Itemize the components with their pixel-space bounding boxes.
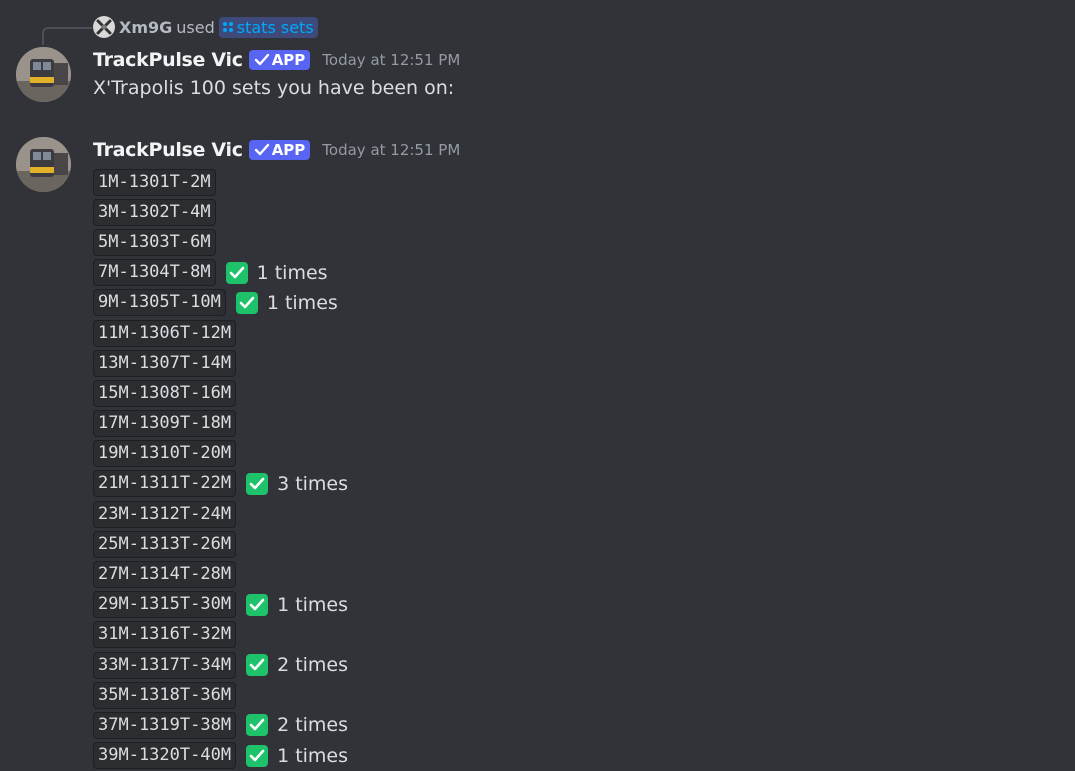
white-check-mark-icon bbox=[246, 654, 269, 677]
set-code: 21M-1311T-22M bbox=[93, 470, 237, 498]
set-row: 15M-1308T-16M bbox=[93, 378, 348, 408]
white-check-mark-icon bbox=[246, 744, 269, 767]
white-check-mark-icon bbox=[246, 593, 269, 616]
set-code: 39M-1320T-40M bbox=[93, 742, 237, 770]
set-row: 19M-1310T-20M bbox=[93, 439, 348, 469]
message-timestamp[interactable]: Today at 12:51 PM bbox=[322, 51, 460, 69]
set-code: 27M-1314T-28M bbox=[93, 561, 237, 589]
app-badge: APP bbox=[248, 140, 311, 160]
set-code: 7M-1304T-8M bbox=[93, 259, 216, 287]
set-row: 37M-1319T-38M 2 times bbox=[93, 710, 348, 740]
set-code: 37M-1319T-38M bbox=[93, 711, 237, 739]
white-check-mark-icon bbox=[235, 291, 258, 314]
set-code: 25M-1313T-26M bbox=[93, 530, 237, 558]
message-text: X'Trapolis 100 sets you have been on: bbox=[93, 77, 455, 99]
reply-connector-line bbox=[42, 27, 92, 45]
set-code: 17M-1309T-18M bbox=[93, 410, 237, 438]
set-row: 33M-1317T-34M 2 times bbox=[93, 650, 348, 680]
set-row: 3M-1302T-4M bbox=[93, 197, 348, 227]
bot-avatar[interactable] bbox=[16, 47, 71, 102]
set-row: 17M-1309T-18M bbox=[93, 409, 348, 439]
sets-list: 1M-1301T-2M 3M-1302T-4M 5M-1303T-6M 7M-1304… bbox=[93, 167, 348, 771]
set-code: 3M-1302T-4M bbox=[93, 198, 216, 226]
set-row: 27M-1314T-28M bbox=[93, 559, 348, 589]
set-code: 35M-1318T-36M bbox=[93, 681, 237, 709]
bot-avatar[interactable] bbox=[16, 137, 71, 192]
set-code: 29M-1315T-30M bbox=[93, 591, 237, 619]
set-row: 11M-1306T-12M bbox=[93, 318, 348, 348]
times-count: 1 times bbox=[266, 291, 338, 314]
set-code: 31M-1316T-32M bbox=[93, 621, 237, 649]
times-count: 1 times bbox=[256, 261, 328, 284]
bot-username[interactable]: TrackPulse Vic bbox=[93, 49, 243, 71]
set-code: 13M-1307T-14M bbox=[93, 349, 237, 377]
bot-username[interactable]: TrackPulse Vic bbox=[93, 139, 243, 161]
set-row: 1M-1301T-2M bbox=[93, 167, 348, 197]
set-row: 39M-1320T-40M 1 times bbox=[93, 741, 348, 771]
set-row: 7M-1304T-8M 1 times bbox=[93, 258, 348, 288]
command-reply-header: Xm9G used stats sets bbox=[93, 14, 318, 40]
message-header: TrackPulse Vic APP Today at 12:51 PM bbox=[93, 47, 460, 73]
slash-command-icon bbox=[222, 22, 233, 32]
times-count: 3 times bbox=[277, 472, 349, 495]
white-check-mark-icon bbox=[246, 472, 269, 495]
times-count: 2 times bbox=[277, 654, 349, 677]
command-name: stats sets bbox=[236, 17, 314, 37]
set-row: 9M-1305T-10M 1 times bbox=[93, 288, 348, 318]
set-row: 13M-1307T-14M bbox=[93, 348, 348, 378]
app-badge-label: APP bbox=[271, 51, 306, 69]
set-row: 31M-1316T-32M bbox=[93, 620, 348, 650]
message-header: TrackPulse Vic APP Today at 12:51 PM bbox=[93, 137, 460, 163]
set-code: 19M-1310T-20M bbox=[93, 440, 237, 468]
set-row: 5M-1303T-6M bbox=[93, 227, 348, 257]
set-code: 33M-1317T-34M bbox=[93, 651, 237, 679]
replied-username[interactable]: Xm9G bbox=[119, 18, 172, 37]
set-row: 35M-1318T-36M bbox=[93, 680, 348, 710]
times-count: 1 times bbox=[277, 744, 349, 767]
set-code: 15M-1308T-16M bbox=[93, 379, 237, 407]
slash-command-pill[interactable]: stats sets bbox=[218, 16, 318, 38]
set-row: 21M-1311T-22M 3 times bbox=[93, 469, 348, 499]
app-badge: APP bbox=[248, 50, 311, 70]
times-count: 1 times bbox=[277, 593, 349, 616]
set-code: 5M-1303T-6M bbox=[93, 228, 216, 256]
white-check-mark-icon bbox=[225, 261, 248, 284]
verified-check-icon bbox=[254, 53, 269, 66]
set-row: 25M-1313T-26M bbox=[93, 529, 348, 559]
replied-user-avatar[interactable] bbox=[93, 16, 115, 38]
set-code: 9M-1305T-10M bbox=[93, 289, 226, 317]
set-code: 1M-1301T-2M bbox=[93, 168, 216, 196]
white-check-mark-icon bbox=[246, 714, 269, 737]
times-count: 2 times bbox=[277, 714, 349, 737]
set-row: 23M-1312T-24M bbox=[93, 499, 348, 529]
set-code: 23M-1312T-24M bbox=[93, 500, 237, 528]
set-code: 11M-1306T-12M bbox=[93, 319, 237, 347]
app-badge-label: APP bbox=[271, 141, 306, 159]
set-row: 29M-1315T-30M 1 times bbox=[93, 590, 348, 620]
reply-used-text: used bbox=[176, 17, 215, 37]
message-timestamp[interactable]: Today at 12:51 PM bbox=[322, 141, 460, 159]
verified-check-icon bbox=[254, 143, 269, 156]
